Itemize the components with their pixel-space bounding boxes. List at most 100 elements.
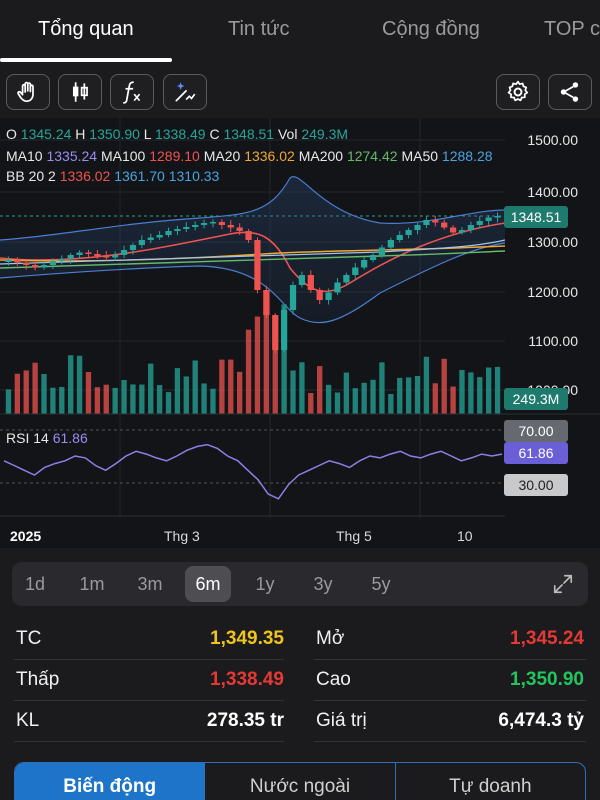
price-chart[interactable]: O 1345.24 H 1350.90 L 1338.49 C 1348.51 … [0, 118, 600, 548]
ma10-value: 1335.24 [46, 148, 98, 164]
rsi-current-tag: 61.86 [504, 442, 568, 464]
candle-body [485, 217, 492, 221]
volume-bar [477, 377, 483, 414]
candle-body [343, 275, 350, 283]
volume-bar [192, 360, 198, 414]
volume-bar [397, 377, 403, 414]
high-label: H [75, 126, 86, 142]
volume-bar [459, 369, 465, 414]
time-label-2025: 2025 [10, 528, 42, 544]
candle-body [49, 261, 57, 265]
volume-bar [272, 320, 278, 414]
tab-tu-doanh[interactable]: Tự doanh [396, 763, 585, 800]
candle-body [405, 230, 412, 235]
candle-body [103, 256, 110, 258]
volume-bar [94, 387, 101, 414]
indicator-function-button[interactable] [110, 74, 154, 110]
ma100-label: MA100 [100, 148, 146, 164]
candle-body [316, 290, 323, 300]
range-5y[interactable]: 5y [358, 562, 404, 606]
volume-bar [343, 372, 350, 414]
rsi-line [3, 443, 503, 500]
tab-top[interactable]: TOP c [544, 18, 600, 41]
function-icon [123, 81, 141, 104]
ma-legend: MA10 1335.24 MA100 1289.10 MA20 1336.02 … [6, 148, 493, 164]
range-6m[interactable]: 6m [185, 566, 231, 602]
bb-legend: BB 20 2 1336.02 1361.70 1310.33 [6, 168, 219, 184]
volume-bar [23, 370, 29, 414]
divider [14, 700, 284, 701]
tab-overview[interactable]: Tổng quan [38, 18, 134, 41]
candle-body [387, 240, 394, 248]
share-button[interactable] [548, 74, 592, 110]
tab-news[interactable]: Tin tức [228, 18, 290, 41]
candle-body [5, 260, 12, 262]
volume-bar [14, 373, 21, 414]
range-1m[interactable]: 1m [69, 562, 115, 606]
candle-body [378, 247, 386, 255]
volume-bar [254, 316, 261, 414]
volume-bar [139, 384, 145, 414]
candlestick-button[interactable] [58, 74, 102, 110]
candle-body [298, 275, 306, 285]
value-stat-label: Giá trị [316, 710, 367, 731]
volume-bar [485, 367, 492, 414]
tc-value: 1,349.35 [210, 628, 284, 649]
hand-tool-button[interactable] [6, 74, 50, 110]
range-1d[interactable]: 1d [12, 562, 58, 606]
expand-icon[interactable] [552, 573, 574, 595]
close-value: 1348.51 [223, 126, 275, 142]
tab-bien-dong[interactable]: Biến động [15, 763, 206, 800]
volume-bar [236, 371, 243, 414]
volume-bar [308, 393, 314, 414]
volume-bar [317, 366, 323, 414]
volume-bar [103, 384, 109, 414]
range-3y[interactable]: 3y [300, 562, 346, 606]
value-stat-value: 6,474.3 tỷ [498, 710, 584, 731]
tab-nuoc-ngoai[interactable]: Nước ngoài [205, 763, 396, 800]
candle-body [441, 222, 448, 228]
candle-body [449, 227, 457, 233]
volume-bar [299, 362, 305, 414]
volume-bar [201, 383, 207, 414]
candle-body [423, 220, 430, 225]
candle-body [369, 255, 377, 260]
candle-body [23, 262, 30, 265]
candle-body [334, 282, 341, 293]
open-value: 1345.24 [20, 126, 72, 142]
rsi-30-tag: 30.00 [504, 474, 568, 496]
volume-bar [334, 392, 341, 414]
ma200-label: MA200 [298, 148, 344, 164]
volume-bar [68, 355, 74, 414]
candle-body [192, 225, 199, 227]
volume-bar [370, 379, 376, 414]
volume-bar [219, 359, 225, 414]
ma100-value: 1289.10 [149, 148, 200, 164]
candle-body [254, 240, 261, 290]
divider [14, 659, 284, 660]
tab-community[interactable]: Cộng đồng [382, 18, 480, 41]
volume-bar [85, 371, 92, 414]
divider [14, 741, 284, 742]
volume-bar [5, 389, 12, 414]
divider [314, 741, 586, 742]
price-tick-1100: 1100.00 [528, 333, 578, 349]
bb-mid-value: 1336.02 [59, 168, 111, 184]
range-1y[interactable]: 1y [242, 562, 288, 606]
volume-bar [361, 382, 367, 414]
candle-body [165, 231, 172, 235]
range-3m[interactable]: 3m [127, 562, 173, 606]
settings-button[interactable] [496, 74, 540, 110]
open-stat-value: 1,345.24 [510, 628, 584, 649]
time-label-thg5: Thg 5 [336, 528, 372, 544]
volume-bar [290, 370, 296, 414]
price-tick-1300: 1300.00 [527, 234, 578, 250]
volume-bar [405, 377, 412, 414]
magic-tool-button[interactable] [163, 74, 207, 110]
candle-body [174, 229, 181, 231]
candle-body [467, 225, 474, 230]
volume-bar [32, 362, 38, 414]
high-value: 1350.90 [89, 126, 140, 142]
candle-body [183, 227, 190, 229]
rsi-legend: RSI 14 61.86 [6, 430, 88, 446]
